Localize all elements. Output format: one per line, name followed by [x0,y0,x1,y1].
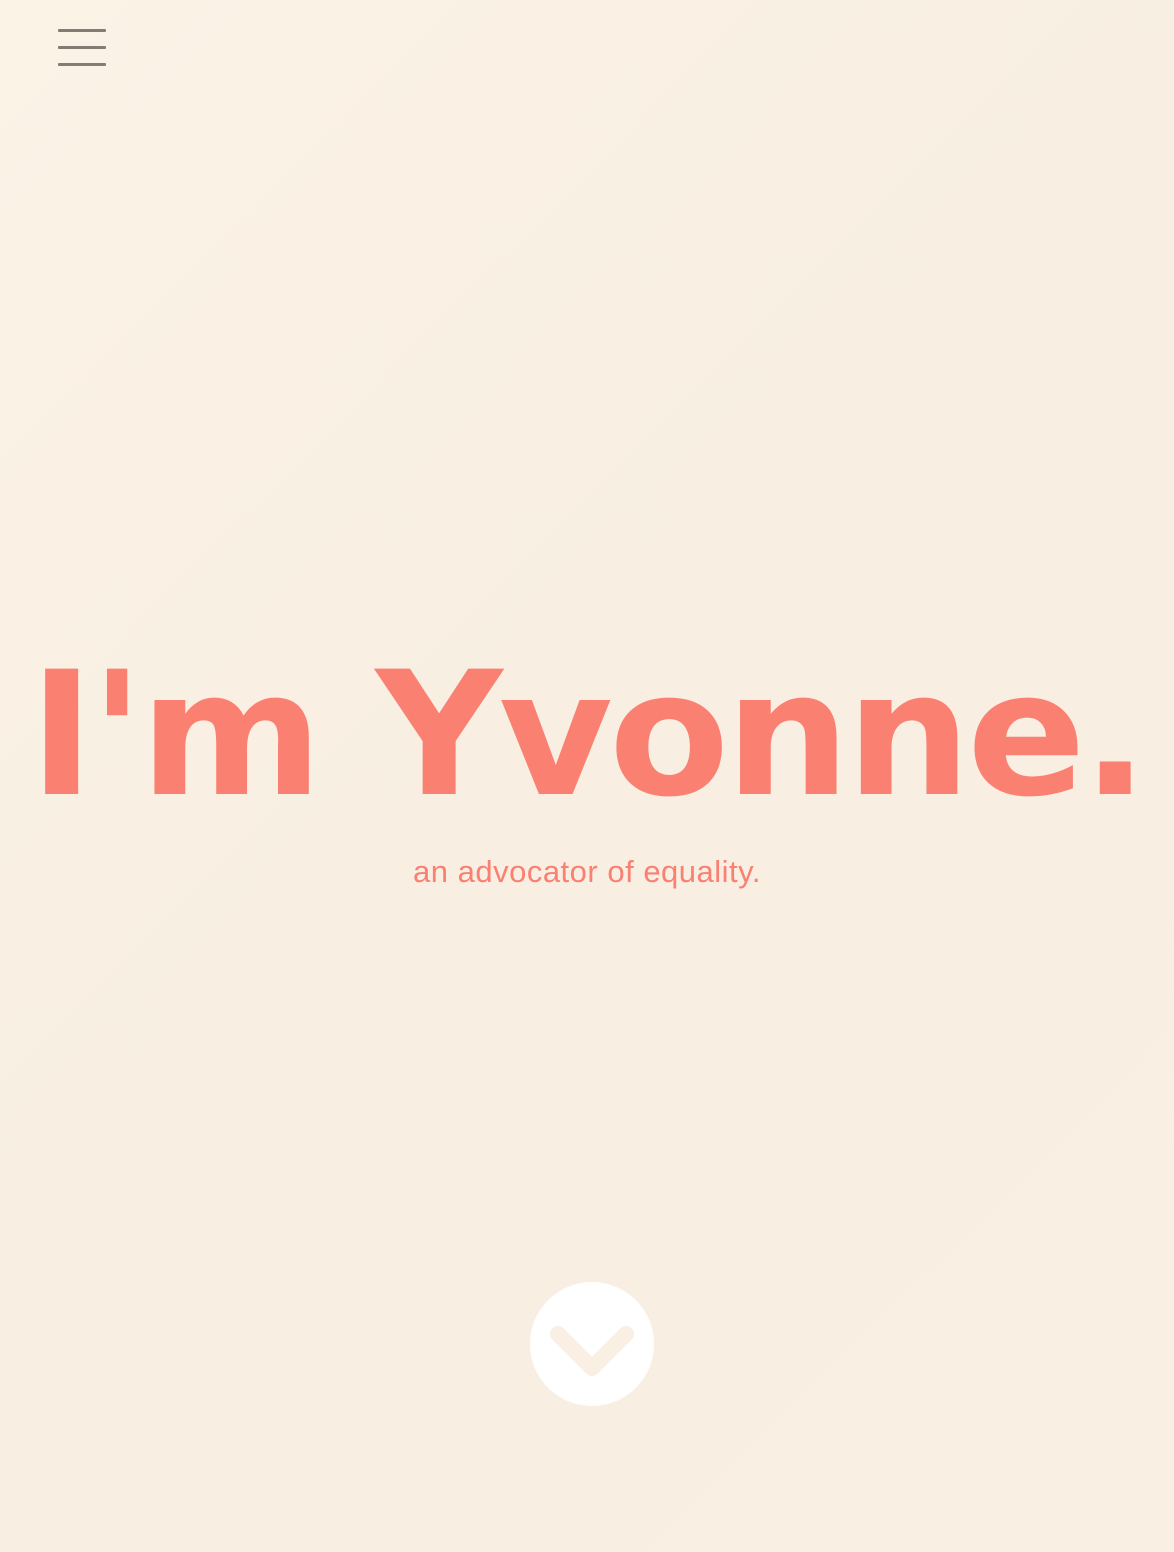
hamburger-menu-icon-bar-middle [58,46,106,49]
hamburger-menu-icon-bar-top [58,29,106,32]
chevron-down-icon [550,1326,634,1376]
scroll-down-button[interactable] [530,1282,654,1406]
menu-toggle-button[interactable] [58,28,106,68]
hamburger-menu-icon-bar-bottom [58,63,106,66]
hero-section: I'm Yvonne. an advocator of equality. [0,640,1174,892]
hero-subtitle: an advocator of equality. [413,854,761,889]
hero-title: I'm Yvonne. [29,634,1148,835]
